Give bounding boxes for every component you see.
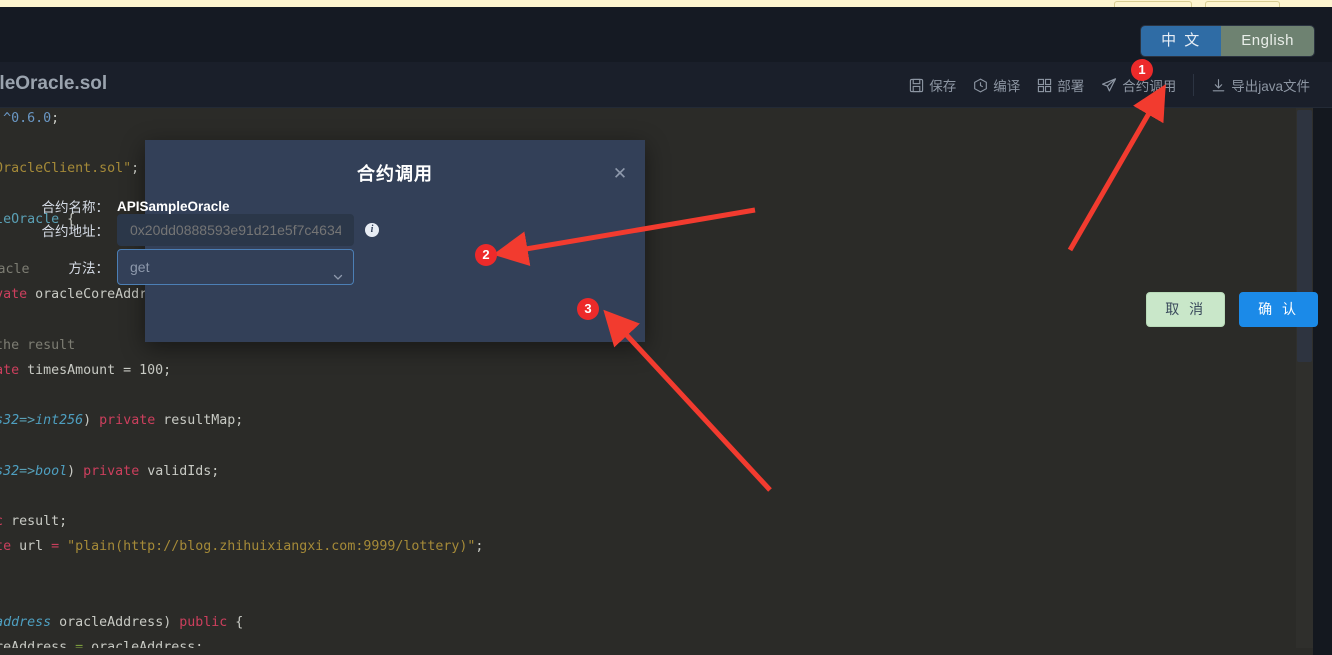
close-icon[interactable]: ✕	[611, 165, 629, 183]
browser-top-strip	[0, 0, 1332, 9]
contract-call-icon	[1101, 77, 1117, 93]
toolbar-divider	[1193, 74, 1195, 96]
deploy-label: 部署	[1057, 79, 1085, 94]
deploy-icon	[1037, 78, 1052, 93]
chevron-down-icon	[332, 261, 344, 280]
contract-address-label: 合约地址：	[41, 224, 110, 239]
dialog-actions: 取 消 确 认	[1146, 292, 1318, 327]
method-select[interactable]: get	[117, 249, 354, 285]
contract-name-value: APISampleOracle	[117, 198, 230, 214]
deploy-button[interactable]: 部署	[1037, 73, 1084, 97]
export-java-button[interactable]: 导出java文件	[1211, 73, 1310, 97]
export-java-label: 导出java文件	[1231, 79, 1310, 94]
file-title: APISampleOracle.sol	[0, 73, 108, 94]
contract-address-row: 合约地址： i	[0, 214, 500, 246]
save-button[interactable]: 保存	[909, 73, 956, 97]
contract-name-row: 合约名称： APISampleOracle	[0, 196, 500, 216]
method-row: 方法： get	[0, 249, 500, 285]
annotation-badge-3: 3	[577, 298, 599, 320]
info-icon[interactable]: i	[365, 223, 379, 237]
language-switch[interactable]: 中 文 English	[1141, 26, 1314, 56]
toolbar-actions: 保存 编译 部署 合约调用 导出java文件	[909, 62, 1310, 108]
header-band: 中 文 English	[0, 7, 1332, 62]
compile-button[interactable]: 编译	[973, 73, 1020, 97]
method-select-value: get	[130, 259, 150, 275]
save-label: 保存	[929, 79, 957, 94]
editor-bottom-strip	[0, 648, 1313, 655]
language-button-english[interactable]: English	[1221, 26, 1314, 56]
contract-address-input[interactable]	[117, 214, 354, 246]
annotation-badge-1: 1	[1131, 59, 1153, 81]
compile-icon	[973, 77, 988, 93]
dialog-title: 合约调用	[357, 164, 433, 184]
cancel-button[interactable]: 取 消	[1146, 292, 1226, 327]
app-root: 中 文 English APISampleOracle.sol 保存	[0, 0, 1332, 655]
annotation-badge-2: 2	[475, 244, 497, 266]
compile-label: 编译	[993, 79, 1021, 94]
contract-name-label: 合约名称：	[41, 200, 110, 215]
download-icon	[1211, 78, 1226, 93]
editor-right-gutter	[1313, 108, 1332, 655]
confirm-button[interactable]: 确 认	[1239, 292, 1318, 327]
method-label: 方法：	[68, 261, 110, 276]
language-button-chinese[interactable]: 中 文	[1141, 26, 1222, 56]
save-icon	[909, 78, 924, 93]
